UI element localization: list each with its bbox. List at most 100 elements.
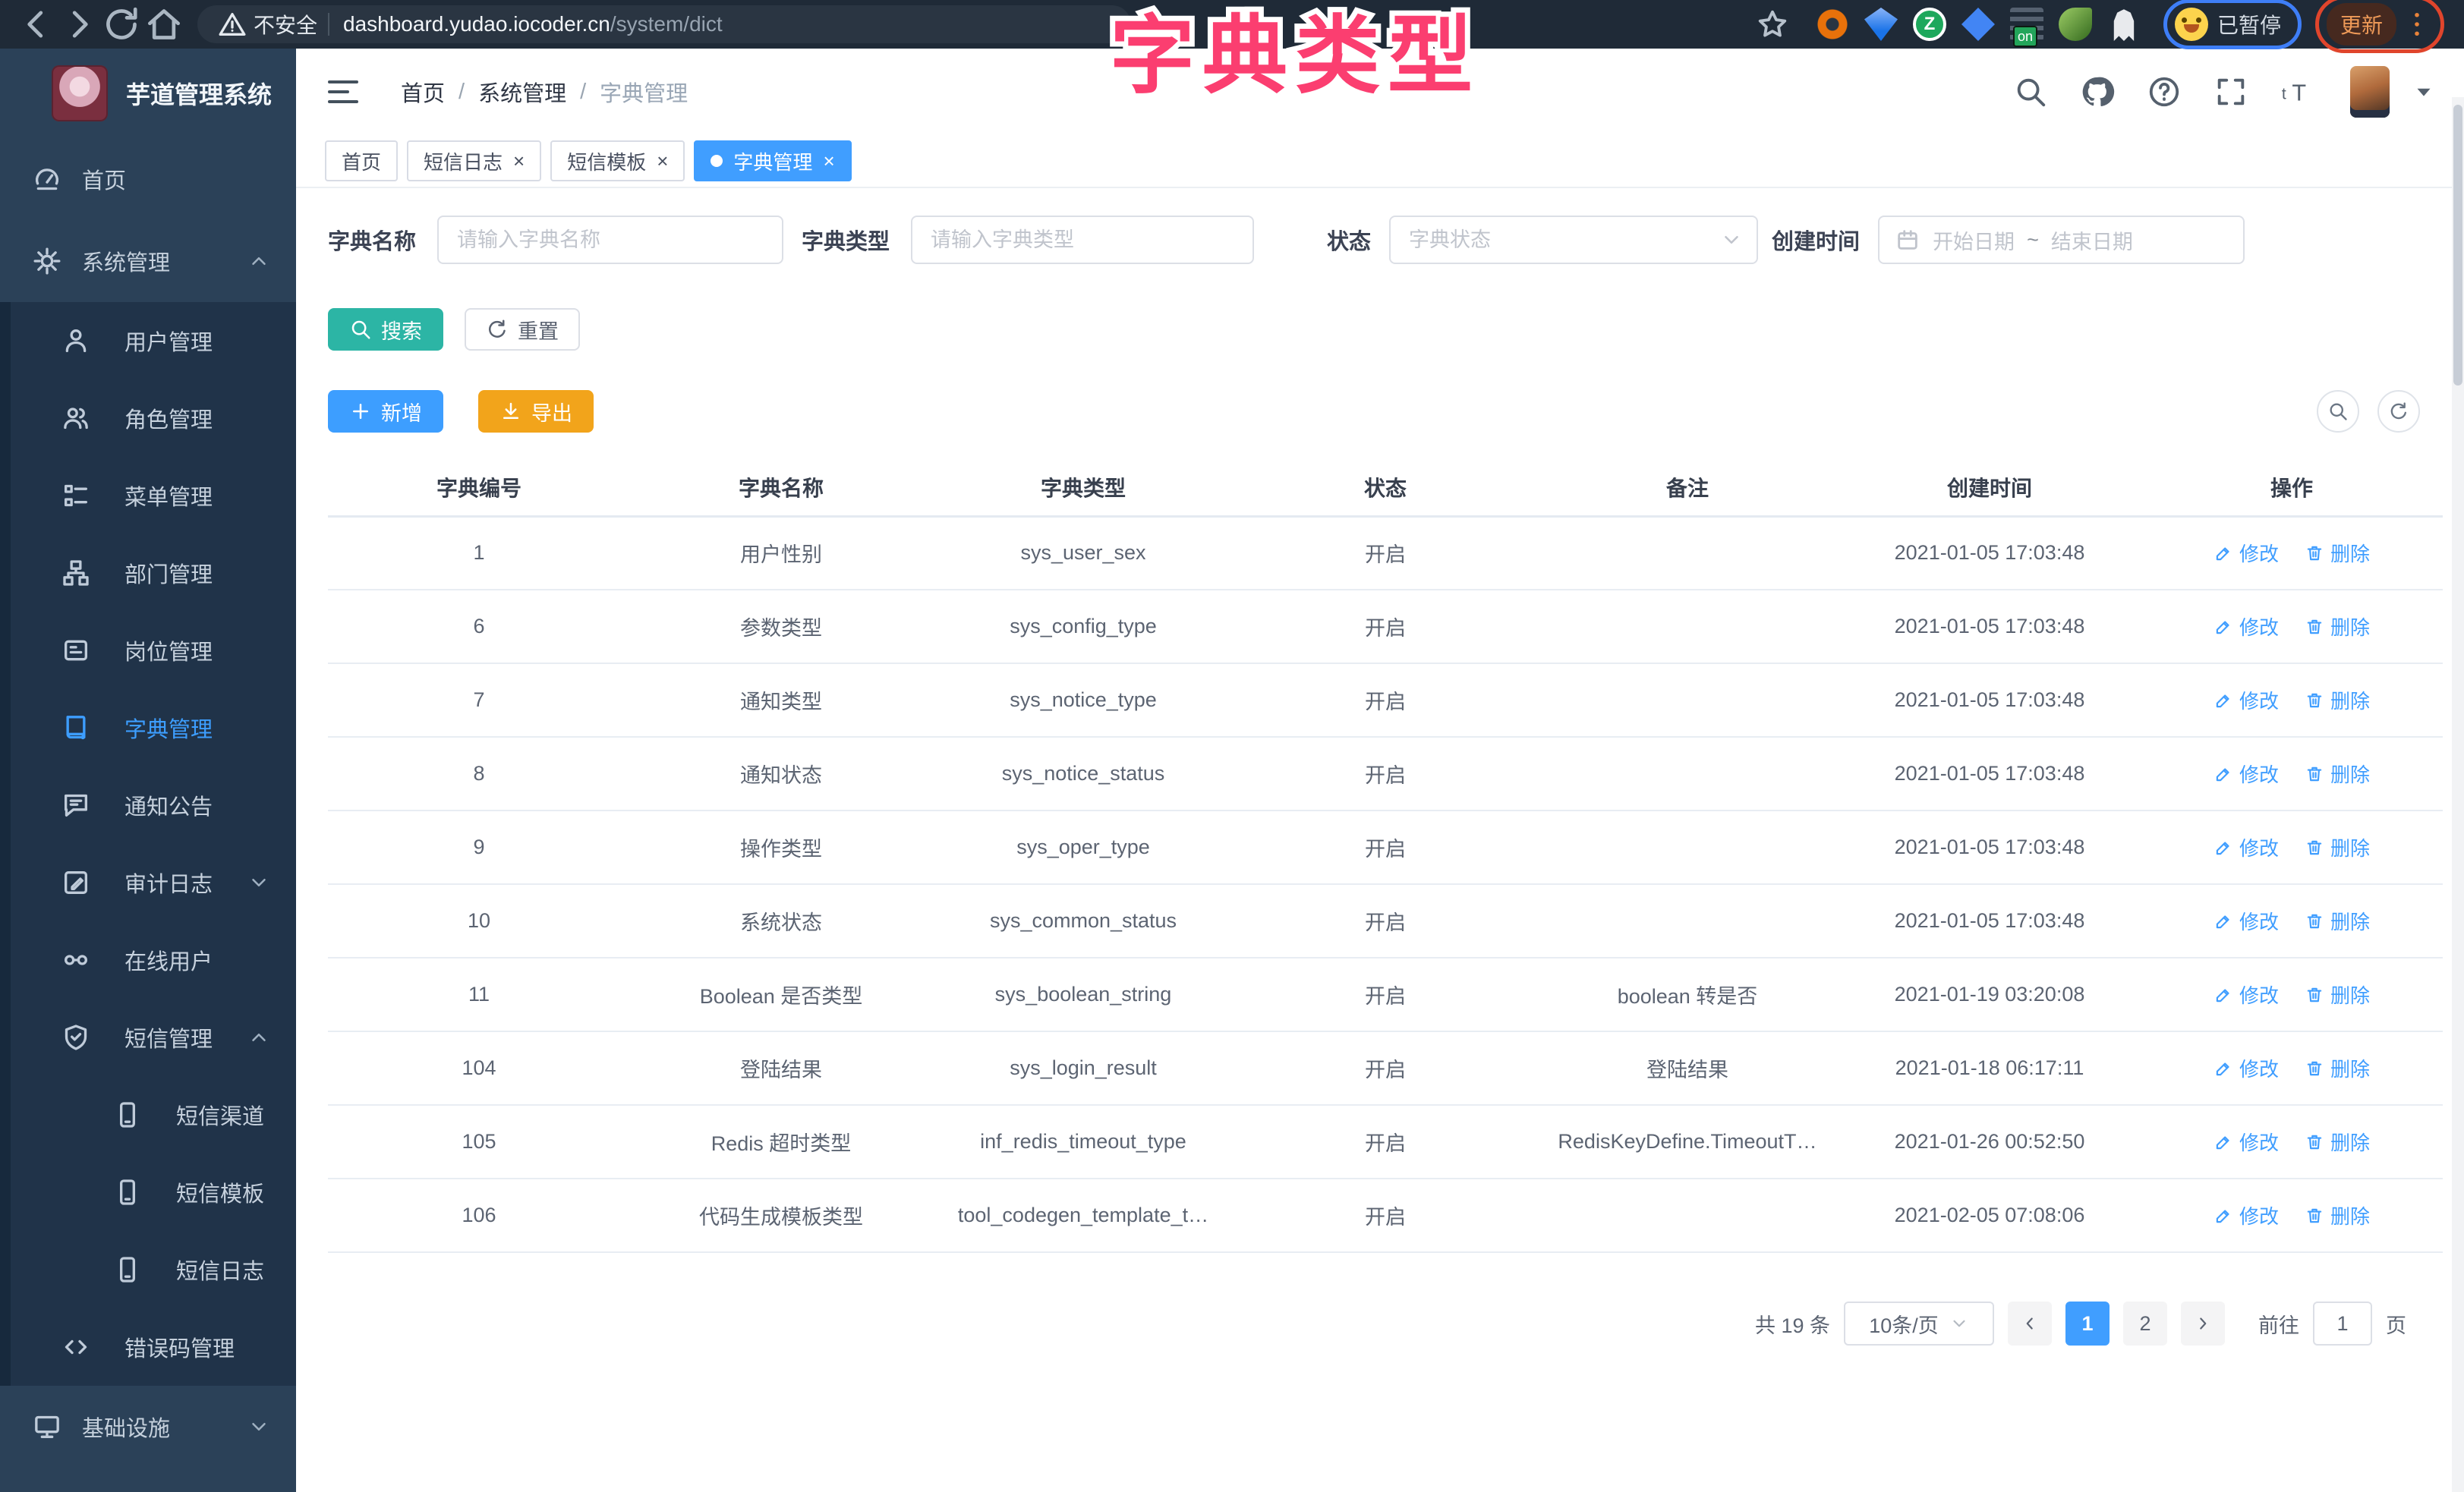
back-icon[interactable] xyxy=(15,3,58,46)
next-page-button[interactable] xyxy=(2181,1302,2225,1346)
forward-icon[interactable] xyxy=(58,3,100,46)
sidebar-logo-row[interactable]: 芋道管理系统 xyxy=(0,49,296,138)
close-icon[interactable]: × xyxy=(823,151,834,171)
delete-link[interactable]: 删除 xyxy=(2305,1201,2370,1229)
add-button[interactable]: 新增 xyxy=(328,390,443,433)
sidebar-item-role-mgmt[interactable]: 角色管理 xyxy=(0,379,296,457)
dict-type-link[interactable]: sys_notice_type xyxy=(932,663,1234,737)
edit-link[interactable]: 修改 xyxy=(2214,907,2279,935)
delete-link[interactable]: 删除 xyxy=(2305,612,2370,641)
fullscreen-icon[interactable] xyxy=(2214,74,2248,109)
sidebar-item-system[interactable]: 系统管理 xyxy=(0,220,296,302)
delete-link[interactable]: 删除 xyxy=(2305,1054,2370,1082)
delete-link[interactable]: 删除 xyxy=(2305,1128,2370,1156)
dict-type-link[interactable]: sys_common_status xyxy=(932,884,1234,958)
delete-link[interactable]: 删除 xyxy=(2305,907,2370,935)
close-icon[interactable]: × xyxy=(657,151,668,171)
delete-link[interactable]: 删除 xyxy=(2305,539,2370,567)
sidebar-item-infra[interactable]: 基础设施 xyxy=(0,1386,296,1468)
address-bar[interactable]: 不安全 dashboard.yudao.iocoder.cn/system/di… xyxy=(197,5,1131,43)
edit-link[interactable]: 修改 xyxy=(2214,612,2279,641)
tab-dict-mgmt[interactable]: 字典管理× xyxy=(694,140,851,181)
prev-page-button[interactable] xyxy=(2008,1302,2052,1346)
dict-type-link[interactable]: sys_oper_type xyxy=(932,811,1234,884)
list-on-extension-icon[interactable]: on xyxy=(2010,8,2043,41)
edit-link[interactable]: 修改 xyxy=(2214,1054,2279,1082)
breadcrumb-home[interactable]: 首页 xyxy=(401,76,445,108)
sidebar-item-sms-mgmt[interactable]: 短信管理 xyxy=(0,999,296,1076)
sidebar-item-audit-log[interactable]: 审计日志 xyxy=(0,844,296,921)
sidebar-item-dept-mgmt[interactable]: 部门管理 xyxy=(0,534,296,612)
dict-type-link[interactable]: sys_config_type xyxy=(932,590,1234,663)
dict-type-link[interactable]: sys_notice_status xyxy=(932,737,1234,811)
browser-menu-icon[interactable] xyxy=(2401,8,2433,40)
tab-sms-log[interactable]: 短信日志× xyxy=(407,140,541,181)
tab-sms-template[interactable]: 短信模板× xyxy=(550,140,685,181)
delete-link[interactable]: 删除 xyxy=(2305,686,2370,714)
caret-down-icon[interactable] xyxy=(2411,79,2437,105)
dict-type-link[interactable]: sys_user_sex xyxy=(932,516,1234,590)
sidebar-item-user-mgmt[interactable]: 用户管理 xyxy=(0,302,296,379)
dict-type-link[interactable]: sys_boolean_string xyxy=(932,958,1234,1031)
scrollbar[interactable] xyxy=(2452,97,2464,1492)
sidebar-item-error-code-mgmt[interactable]: 错误码管理 xyxy=(0,1308,296,1386)
dict-type-input[interactable] xyxy=(911,216,1254,264)
help-icon[interactable] xyxy=(2147,74,2182,109)
home-icon[interactable] xyxy=(143,3,185,46)
sidebar-item-post-mgmt[interactable]: 岗位管理 xyxy=(0,612,296,689)
show-search-button[interactable] xyxy=(2317,390,2359,433)
reload-icon[interactable] xyxy=(100,3,143,46)
delete-link[interactable]: 删除 xyxy=(2305,981,2370,1009)
export-button[interactable]: 导出 xyxy=(478,390,594,433)
breadcrumb-system[interactable]: 系统管理 xyxy=(478,76,566,108)
start-date-placeholder[interactable]: 开始日期 xyxy=(1933,225,2015,255)
tab-home[interactable]: 首页 xyxy=(325,140,398,181)
sidebar-item-notice-mgmt[interactable]: 通知公告 xyxy=(0,766,296,844)
sidebar-item-sms-log[interactable]: 短信日志 xyxy=(0,1231,296,1308)
diamond-extension-icon[interactable] xyxy=(1961,8,1995,41)
edit-link[interactable]: 修改 xyxy=(2214,833,2279,861)
font-size-icon[interactable]: tT xyxy=(2280,74,2315,109)
leaf-extension-icon[interactable] xyxy=(2059,8,2092,41)
goto-page-input[interactable] xyxy=(2313,1302,2372,1346)
gem-extension-icon[interactable] xyxy=(1864,8,1898,41)
end-date-placeholder[interactable]: 结束日期 xyxy=(2051,225,2133,255)
green-z-extension-icon[interactable]: Z xyxy=(1913,8,1946,41)
sidebar-item-menu-mgmt[interactable]: 菜单管理 xyxy=(0,457,296,534)
dict-type-link[interactable]: sys_login_result xyxy=(932,1031,1234,1105)
refresh-table-button[interactable] xyxy=(2377,390,2420,433)
sidebar-item-sms-template[interactable]: 短信模板 xyxy=(0,1154,296,1231)
ghost-extension-icon[interactable] xyxy=(2107,8,2141,41)
sidebar-item-dict-mgmt[interactable]: 字典管理 xyxy=(0,689,296,766)
edit-link[interactable]: 修改 xyxy=(2214,686,2279,714)
page-button-1[interactable]: 1 xyxy=(2065,1302,2110,1346)
page-size-select[interactable]: 10条/页 xyxy=(1844,1302,1994,1346)
dict-type-link[interactable]: inf_redis_timeout_type xyxy=(932,1105,1234,1179)
delete-link[interactable]: 删除 xyxy=(2305,760,2370,788)
close-icon[interactable]: × xyxy=(513,151,525,171)
github-icon[interactable] xyxy=(2080,74,2115,109)
profile-paused-badge[interactable]: 已暂停 xyxy=(2163,0,2302,49)
edit-link[interactable]: 修改 xyxy=(2214,760,2279,788)
search-button[interactable]: 搜索 xyxy=(328,308,443,351)
reset-button[interactable]: 重置 xyxy=(465,308,580,351)
sidebar-item-home[interactable]: 首页 xyxy=(0,138,296,220)
bookmark-star-icon[interactable] xyxy=(1755,7,1790,42)
delete-link[interactable]: 删除 xyxy=(2305,833,2370,861)
edit-link[interactable]: 修改 xyxy=(2214,1201,2279,1229)
sidebar-item-sms-channel[interactable]: 短信渠道 xyxy=(0,1076,296,1154)
status-select[interactable] xyxy=(1389,216,1758,264)
update-button[interactable]: 更新 xyxy=(2327,3,2396,46)
sidebar-item-online-users[interactable]: 在线用户 xyxy=(0,921,296,999)
page-button-2[interactable]: 2 xyxy=(2123,1302,2167,1346)
search-icon[interactable] xyxy=(2013,74,2048,109)
avatar[interactable] xyxy=(2350,66,2390,118)
edit-link[interactable]: 修改 xyxy=(2214,981,2279,1009)
dict-type-link[interactable]: tool_codegen_template_t… xyxy=(932,1179,1234,1252)
dict-name-input[interactable] xyxy=(437,216,783,264)
edit-link[interactable]: 修改 xyxy=(2214,539,2279,567)
scrollbar-thumb[interactable] xyxy=(2453,105,2462,386)
date-range-picker[interactable]: 开始日期 ~ 结束日期 xyxy=(1878,216,2245,264)
hamburger-icon[interactable] xyxy=(325,74,361,110)
donut-extension-icon[interactable] xyxy=(1816,8,1849,41)
